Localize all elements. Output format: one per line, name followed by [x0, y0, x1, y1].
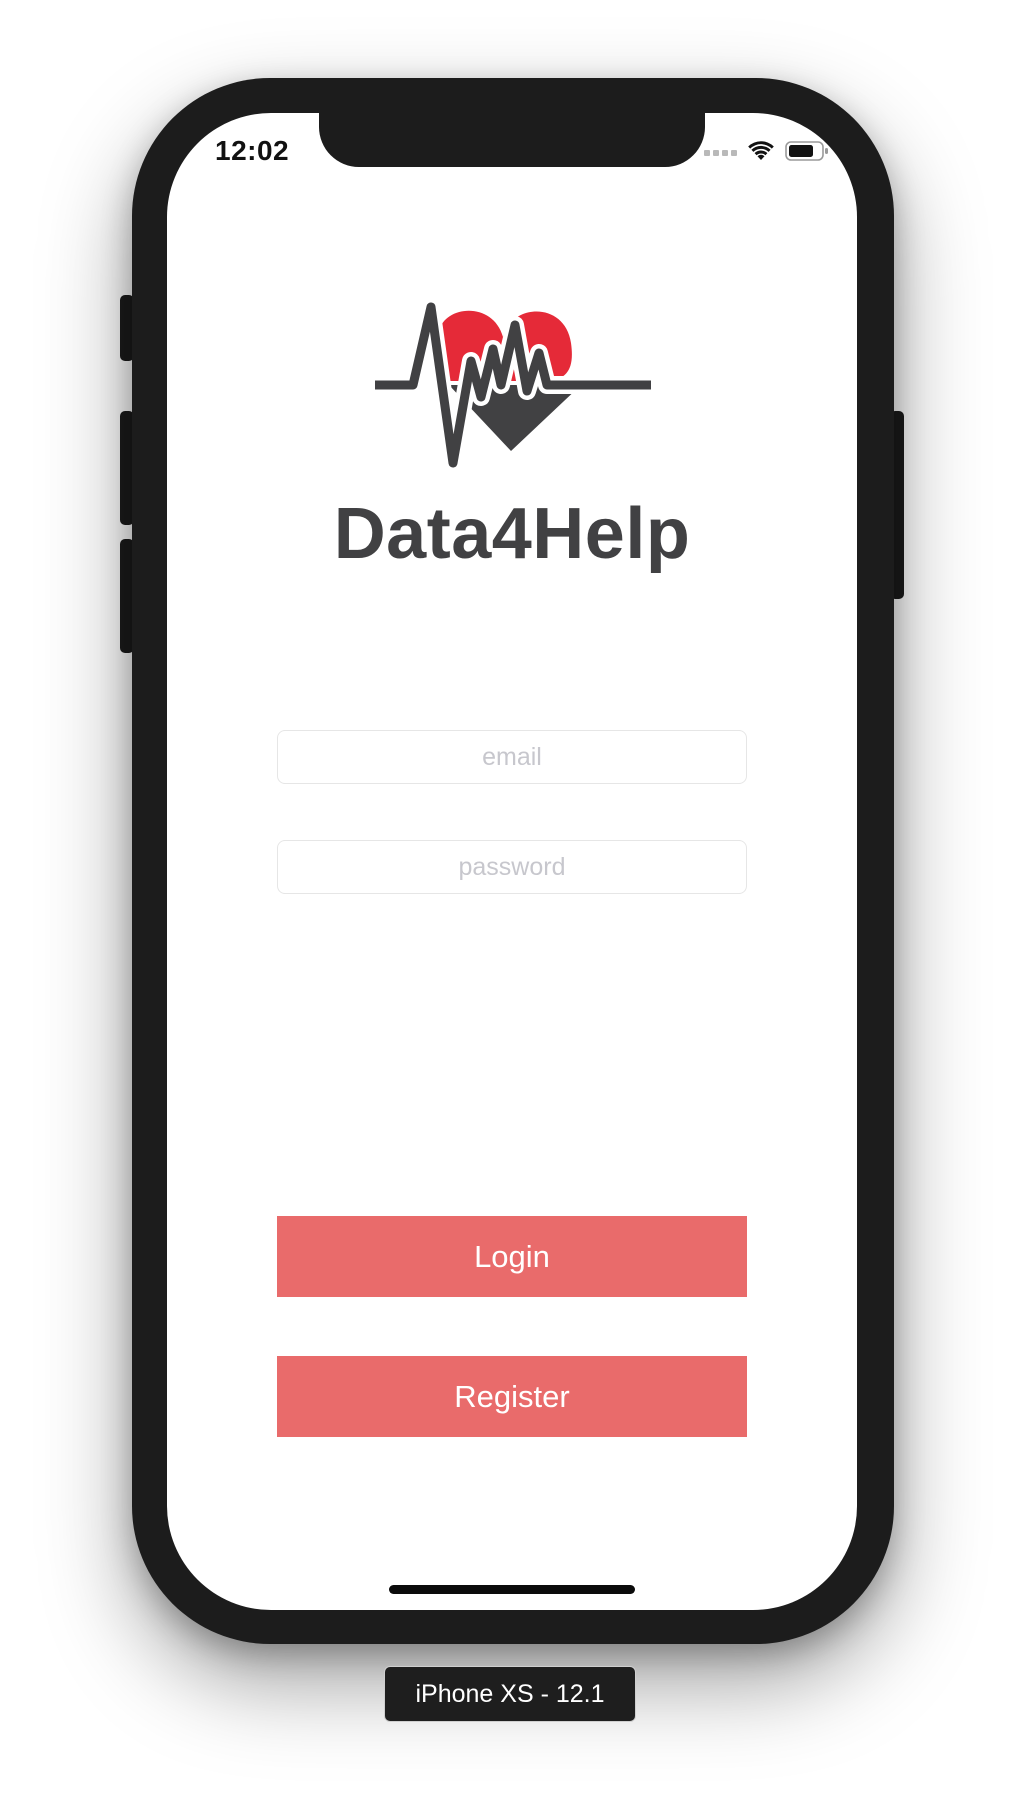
app-title: Data4Help: [333, 494, 691, 574]
wifi-icon: [747, 140, 775, 167]
simulator-stage: 12:02 Data4Help email Login Register iPh…: [0, 0, 1024, 1796]
battery-icon: [785, 140, 829, 167]
home-indicator[interactable]: [389, 1585, 635, 1594]
email-field[interactable]: [277, 730, 747, 784]
notch: [319, 113, 705, 167]
signal-dots-icon: [704, 150, 737, 156]
status-time: 12:02: [215, 135, 290, 166]
heartbeat-heart-icon: [366, 295, 660, 485]
password-field[interactable]: [277, 840, 747, 894]
device-label: iPhone XS - 12.1: [384, 1666, 636, 1722]
phone-screen: 12:02 Data4Help email Login Register: [167, 113, 857, 1610]
status-icons: [704, 140, 829, 167]
login-button[interactable]: Login: [277, 1216, 747, 1297]
register-button[interactable]: Register: [277, 1356, 747, 1437]
